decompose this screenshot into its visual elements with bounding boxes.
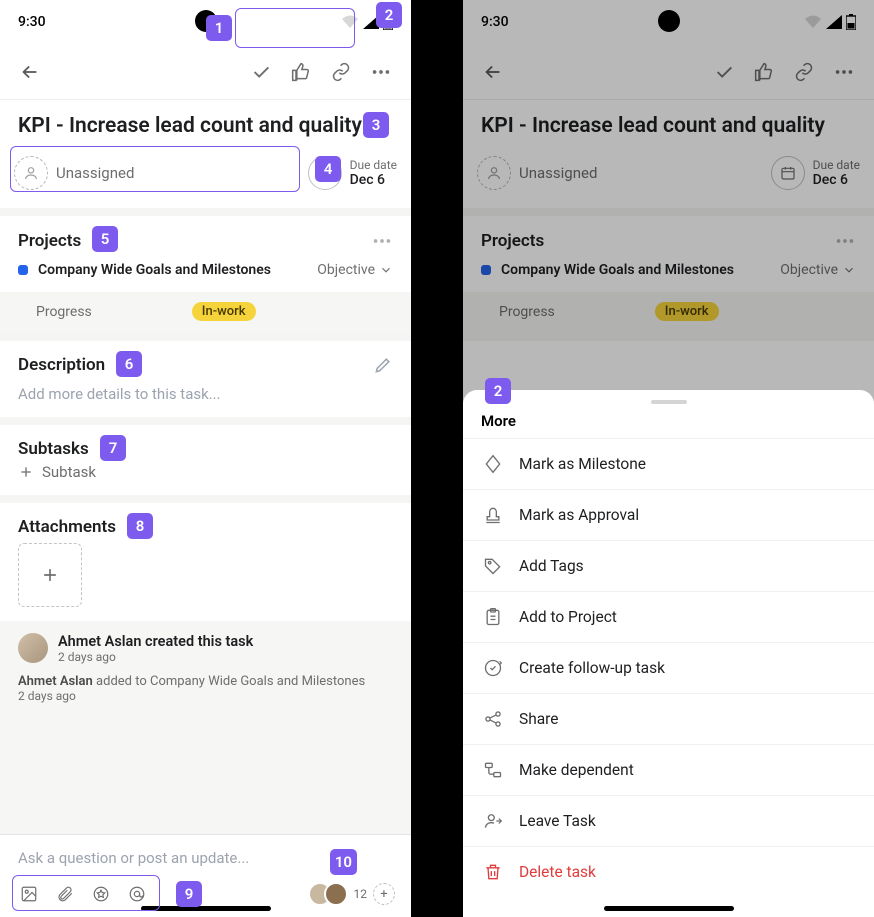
progress-badge: In-work <box>192 302 256 321</box>
more-bottom-sheet: 2 More Mark as Milestone Mark as Approva… <box>463 390 874 917</box>
add-attachment-button[interactable] <box>18 543 82 607</box>
plus-icon <box>40 565 60 585</box>
activity-feed: Ahmet Aslan created this task 2 days ago… <box>0 621 411 834</box>
followup-icon <box>483 658 503 678</box>
callout-4: 4 <box>315 156 341 182</box>
pencil-icon[interactable] <box>373 355 393 375</box>
activity-item: Ahmet Aslan added to Company Wide Goals … <box>18 674 393 703</box>
add-subtask-button[interactable]: Subtask <box>18 463 393 481</box>
menu-item-tags[interactable]: Add Tags <box>463 540 874 591</box>
sheet-handle[interactable] <box>651 400 687 404</box>
description-placeholder: Add more details to this task... <box>18 385 393 403</box>
image-icon[interactable] <box>20 885 38 903</box>
description-header: Description <box>18 355 105 375</box>
callout-8: 8 <box>127 513 153 539</box>
complete-button[interactable] <box>241 52 281 92</box>
dependent-icon <box>483 760 503 780</box>
like-button[interactable] <box>281 52 321 92</box>
attachments-header: Attachments <box>18 517 116 537</box>
callout-2: 2 <box>376 2 402 28</box>
attachments-section: Attachments 8 <box>0 503 411 621</box>
home-indicator <box>604 906 734 911</box>
callout-10: 10 <box>330 849 357 875</box>
avatar <box>324 882 348 906</box>
project-row[interactable]: Company Wide Goals and Milestones Object… <box>18 262 393 278</box>
tag-icon <box>483 556 503 576</box>
phone-left: 9:30 1 2 KPI - Increase lead cou <box>0 0 411 917</box>
stamp-icon <box>483 505 503 525</box>
callout-6: 6 <box>116 351 142 377</box>
assign-row: Unassigned Due date Dec 6 4 <box>0 146 411 216</box>
callout-3: 3 <box>363 112 389 138</box>
clipboard-icon <box>483 607 503 627</box>
project-section-select[interactable]: Objective <box>317 262 393 278</box>
leave-icon <box>483 811 503 831</box>
link-button[interactable] <box>321 52 361 92</box>
collaborators[interactable]: 12 + <box>308 882 396 906</box>
wifi-icon <box>341 15 359 29</box>
activity-text: Ahmet Aslan created this task <box>58 633 253 650</box>
callout-1: 1 <box>206 15 232 41</box>
assignee-label: Unassigned <box>56 164 134 182</box>
comment-composer: Ask a question or post an update... 9 10… <box>0 834 411 917</box>
phone-right: 9:30 KPI - Increase lead count and quali… <box>463 0 874 917</box>
menu-item-leave[interactable]: Leave Task <box>463 795 874 846</box>
home-indicator <box>141 906 271 911</box>
add-collaborator-button[interactable]: + <box>373 883 395 905</box>
menu-item-followup[interactable]: Create follow-up task <box>463 642 874 693</box>
sheet-title: More <box>463 412 874 438</box>
status-time: 9:30 <box>18 14 46 30</box>
task-title-row: KPI - Increase lead count and quality 3 <box>0 100 411 146</box>
due-label: Due date <box>350 158 397 172</box>
activity-item: Ahmet Aslan created this task 2 days ago <box>18 633 393 664</box>
callout-2: 2 <box>485 378 511 404</box>
callout-5: 5 <box>92 226 118 252</box>
subtasks-section: Subtasks 7 Subtask <box>0 425 411 503</box>
callout-7: 7 <box>100 435 126 461</box>
activity-time: 2 days ago <box>58 650 253 664</box>
menu-item-approval[interactable]: Mark as Approval <box>463 489 874 540</box>
back-button[interactable] <box>10 52 50 92</box>
menu-item-dependent[interactable]: Make dependent <box>463 744 874 795</box>
task-title[interactable]: KPI - Increase lead count and quality <box>18 114 362 138</box>
more-button[interactable] <box>361 52 401 92</box>
menu-item-share[interactable]: Share <box>463 693 874 744</box>
activity-time: 2 days ago <box>18 689 393 703</box>
assignee-pill[interactable]: Unassigned <box>14 152 298 194</box>
subtasks-header: Subtasks <box>18 439 89 459</box>
divider <box>411 0 463 917</box>
mention-icon[interactable] <box>128 885 146 903</box>
avatar <box>18 633 48 663</box>
menu-item-milestone[interactable]: Mark as Milestone <box>463 438 874 489</box>
projects-more[interactable] <box>371 230 393 252</box>
chevron-down-icon <box>379 263 393 277</box>
projects-section: Projects 5 Company Wide Goals and Milest… <box>0 216 411 341</box>
menu-item-add-project[interactable]: Add to Project <box>463 591 874 642</box>
attachment-icon[interactable] <box>56 885 74 903</box>
description-section[interactable]: Description 6 Add more details to this t… <box>0 341 411 425</box>
collaborator-count: 12 <box>354 887 368 901</box>
share-icon <box>483 709 503 729</box>
menu-item-delete[interactable]: Delete task <box>463 846 874 897</box>
appreciation-icon[interactable] <box>92 885 110 903</box>
project-color-icon <box>18 265 28 275</box>
person-icon <box>14 156 48 190</box>
projects-header: Projects <box>18 231 81 251</box>
project-name: Company Wide Goals and Milestones <box>38 262 307 278</box>
callout-9: 9 <box>176 881 202 907</box>
trash-icon <box>483 862 503 882</box>
milestone-icon <box>483 454 503 474</box>
plus-icon <box>18 464 34 480</box>
progress-row[interactable]: Progress In-work <box>0 292 411 333</box>
progress-label: Progress <box>36 304 92 320</box>
due-value: Dec 6 <box>350 172 397 188</box>
app-bar: 1 2 <box>0 44 411 100</box>
